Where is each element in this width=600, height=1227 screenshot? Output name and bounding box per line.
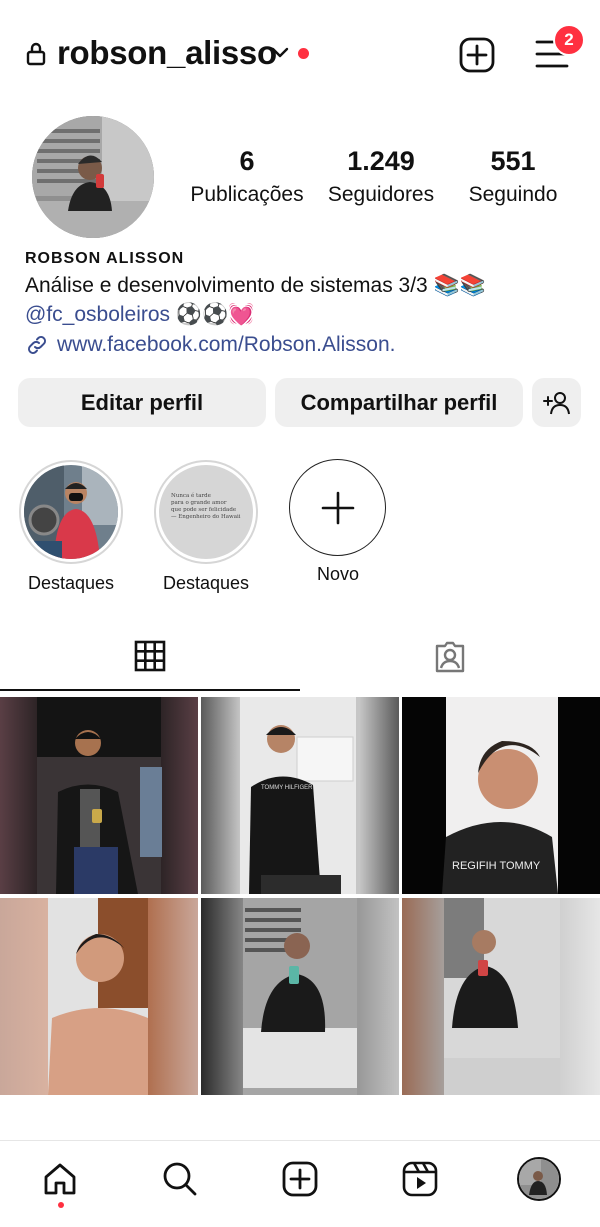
highlight-1-cover — [24, 465, 118, 559]
link-icon — [28, 336, 46, 354]
home-icon — [44, 1163, 76, 1195]
plus-icon — [321, 491, 354, 524]
stat-followers[interactable]: 1.249 Seguidores — [320, 146, 442, 207]
reels-icon — [402, 1161, 438, 1197]
profile-name: ROBSON ALISSON — [25, 250, 185, 267]
profile-website-text: www.facebook.com/Robson.Alisson. — [57, 333, 396, 356]
search-icon — [163, 1162, 197, 1196]
edit-profile-button[interactable]: Editar perfil — [18, 378, 266, 427]
lock-icon — [26, 42, 46, 66]
grid-icon — [134, 640, 166, 672]
discover-people-button[interactable] — [532, 378, 581, 427]
post-3-shirt-text: REGIFIH TOMMY — [452, 860, 541, 872]
stat-following-label: Seguindo — [468, 183, 558, 206]
post-thumbnail-6[interactable] — [402, 898, 600, 1095]
profile-mention-link[interactable]: @fc_osboleiros ⚽⚽💓 — [25, 303, 254, 327]
stat-posts-label: Publicações — [190, 183, 304, 206]
post-thumbnail-2[interactable]: TOMMY HILFIGER — [201, 697, 399, 894]
post-thumbnail-4[interactable] — [0, 898, 198, 1095]
home-active-dot — [58, 1202, 64, 1208]
notification-badge: 2 — [553, 24, 585, 56]
highlight-1-label: Destaques — [27, 573, 115, 593]
nav-search[interactable] — [162, 1161, 198, 1202]
nav-home[interactable] — [42, 1161, 78, 1202]
profile-bio: Análise e desenvolvimento de sistemas 3/… — [25, 274, 486, 297]
post-thumbnail-1[interactable] — [0, 697, 198, 894]
stat-followers-label: Seguidores — [327, 183, 435, 206]
stat-following[interactable]: 551 Seguindo — [452, 146, 574, 207]
new-highlight-button[interactable] — [289, 459, 386, 556]
top-bar: robson_alisso 2 — [0, 0, 600, 110]
post-thumbnail-3[interactable]: REGIFIH TOMMY — [402, 697, 600, 894]
highlight-2-quote: Nunca é tarde para o grande amor que pod… — [171, 493, 241, 520]
profile-website-link[interactable]: www.facebook.com/Robson.Alisson. — [25, 333, 396, 357]
tagged-icon — [435, 641, 465, 673]
chevron-down-icon[interactable] — [270, 45, 290, 61]
highlight-2-label: Destaques — [162, 573, 250, 593]
create-post-button[interactable] — [458, 36, 496, 74]
add-person-icon — [542, 391, 570, 414]
stat-following-count: 551 — [490, 146, 536, 176]
stat-followers-count: 1.249 — [347, 146, 415, 176]
create-icon — [282, 1161, 318, 1197]
post-thumbnail-5[interactable] — [201, 898, 399, 1095]
highlight-2[interactable]: Nunca é tarde para o grande amor que pod… — [154, 460, 258, 564]
highlight-1[interactable] — [19, 460, 123, 564]
profile-avatar[interactable] — [32, 116, 154, 238]
tab-grid[interactable] — [134, 640, 166, 677]
profile-tabs — [0, 632, 600, 692]
highlight-2-cover: Nunca é tarde para o grande amor que pod… — [159, 465, 253, 559]
bottom-navigation — [0, 1140, 600, 1227]
plus-square-icon — [459, 37, 495, 73]
username-title[interactable]: robson_alisso — [57, 34, 277, 72]
nav-create[interactable] — [282, 1161, 318, 1202]
stat-posts[interactable]: 6 Publicações — [186, 146, 308, 207]
account-alert-dot — [298, 48, 309, 59]
stat-posts-count: 6 — [239, 146, 255, 176]
active-tab-indicator — [0, 689, 300, 691]
post-2-shirt-text: TOMMY HILFIGER — [261, 785, 313, 791]
tab-tagged[interactable] — [433, 640, 467, 679]
share-profile-button[interactable]: Compartilhar perfil — [275, 378, 523, 427]
nav-profile-avatar[interactable] — [517, 1157, 561, 1201]
nav-reels[interactable] — [402, 1161, 438, 1202]
new-highlight-label: Novo — [316, 564, 360, 584]
